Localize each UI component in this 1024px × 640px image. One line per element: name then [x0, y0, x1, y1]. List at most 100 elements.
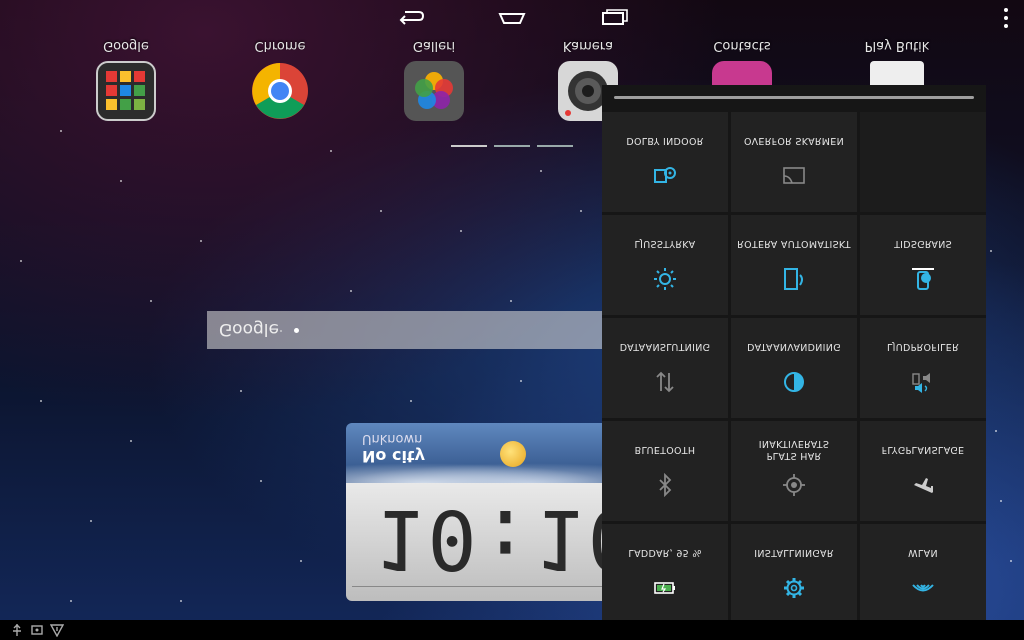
tile-dolby[interactable]: DOLBY INDOOR [602, 112, 728, 212]
data-usage-icon [782, 370, 806, 394]
weather-clock-widget[interactable]: Unknown No city 10:10 [346, 423, 606, 601]
wifi-icon [911, 576, 935, 600]
app-google[interactable]: Google [81, 38, 171, 121]
recents-button[interactable] [596, 6, 632, 30]
tile-brightness[interactable]: LJUSSTYRKA [602, 215, 728, 315]
star [330, 150, 332, 152]
star [260, 480, 262, 482]
tile-label: TIDSGRÄNS [894, 238, 952, 249]
tile-location[interactable]: PLATS HAR INAKTIVERATS [731, 421, 857, 521]
star [1010, 560, 1012, 562]
search-dot [294, 328, 299, 333]
gallery-icon [404, 61, 464, 121]
tile-label: LJUDPROFILER [887, 341, 959, 352]
tile-settings[interactable]: INSTÄLLNINGAR [731, 524, 857, 624]
star [350, 290, 352, 292]
clock-time: 10:10 [374, 491, 606, 586]
home-icon [498, 13, 526, 24]
tile-label: BLUETOOTH [634, 444, 696, 455]
star [540, 170, 542, 172]
weather-city: No city [362, 447, 425, 466]
tile-data-connection[interactable]: DATAANSLUTNING [602, 318, 728, 418]
tile-label: LADDAR, 95 % [628, 547, 702, 558]
battery-icon [653, 576, 677, 600]
app-label: Play Butik [864, 38, 930, 53]
tile-timeout[interactable]: TIDSGRÄNS [860, 215, 986, 315]
cast-screen-icon [782, 164, 806, 188]
tile-battery[interactable]: LADDAR, 95 % [602, 524, 728, 624]
tile-label: DOLBY INDOOR [626, 135, 704, 146]
search-label: Google [219, 319, 279, 339]
star [130, 440, 132, 442]
star [990, 250, 992, 252]
tile-label: ÖVERFÖR SKÄRMEN [744, 135, 844, 146]
airplane-icon [911, 473, 935, 497]
tile-wlan[interactable]: WLAN [860, 524, 986, 624]
tile-empty [860, 112, 986, 212]
weather-status: Unknown [362, 431, 423, 446]
sound-profiles-icon [911, 370, 935, 394]
settings-gear-icon [782, 576, 806, 600]
star [460, 230, 462, 232]
app-chrome[interactable]: Chrome [235, 38, 325, 121]
star [20, 260, 22, 262]
star [580, 210, 582, 212]
app-label: Galleri [412, 38, 456, 53]
tile-label: INSTÄLLNINGAR [754, 547, 834, 558]
tile-data-usage[interactable]: DATAANVÄNDNING [731, 318, 857, 418]
app-label: Google [103, 38, 149, 53]
star [380, 210, 382, 212]
app-label: Chrome [254, 38, 306, 53]
usb-icon [13, 624, 21, 636]
star [70, 600, 72, 602]
quick-settings-panel: DOLBY INDOOR ÖVERFÖR SKÄRMEN LJUSSTYRKA … [602, 85, 986, 624]
star [200, 240, 202, 242]
star [120, 180, 122, 182]
status-bar [0, 620, 1024, 640]
overflow-menu-button[interactable] [1002, 8, 1010, 28]
brightness-icon [653, 267, 677, 291]
recent-apps-icon [602, 9, 628, 25]
star [300, 560, 302, 562]
star [150, 300, 152, 302]
tile-label: WLAN [908, 547, 938, 558]
auto-rotate-icon [782, 267, 806, 291]
tile-airplane-mode[interactable]: FLYGPLANSLÄGE [860, 421, 986, 521]
google-folder-icon [96, 61, 156, 121]
tile-label: DATAANVÄNDNING [747, 341, 841, 352]
dolby-icon [653, 164, 677, 188]
star [60, 130, 62, 132]
app-play-store[interactable]: Play Butik [852, 38, 942, 91]
tile-label: DATAANSLUTNING [619, 341, 711, 352]
bluetooth-icon [653, 472, 677, 498]
tile-label: ROTERA AUTOMATISKT [737, 238, 851, 249]
app-gallery[interactable]: Galleri [389, 38, 479, 121]
star [410, 400, 412, 402]
tile-bluetooth[interactable]: BLUETOOTH [602, 421, 728, 521]
data-arrows-icon [653, 370, 677, 394]
google-search-bar[interactable]: Google [207, 311, 607, 349]
home-button[interactable] [494, 6, 530, 30]
back-button[interactable] [392, 6, 428, 30]
star [90, 520, 92, 522]
tile-cast-screen[interactable]: ÖVERFÖR SKÄRMEN [731, 112, 857, 212]
app-label: Kamera [562, 38, 614, 53]
warning-icon [50, 624, 64, 637]
back-icon [399, 11, 425, 25]
navigation-bar [0, 0, 1024, 36]
star [180, 600, 182, 602]
tile-label: PLATS HAR INAKTIVERATS [758, 438, 830, 461]
star [995, 430, 997, 432]
panel-drag-handle[interactable] [614, 96, 974, 99]
tile-sound-profiles[interactable]: LJUDPROFILER [860, 318, 986, 418]
star [40, 400, 42, 402]
tile-label: LJUSSTYRKA [634, 238, 696, 249]
app-label: Contacts [713, 38, 771, 53]
tile-auto-rotate[interactable]: ROTERA AUTOMATISKT [731, 215, 857, 315]
sun-icon [500, 441, 526, 467]
star [510, 300, 512, 302]
chrome-icon [250, 61, 310, 121]
tile-label: FLYGPLANSLÄGE [881, 444, 965, 455]
timeout-icon [911, 267, 935, 291]
screenshot-icon [31, 625, 43, 635]
